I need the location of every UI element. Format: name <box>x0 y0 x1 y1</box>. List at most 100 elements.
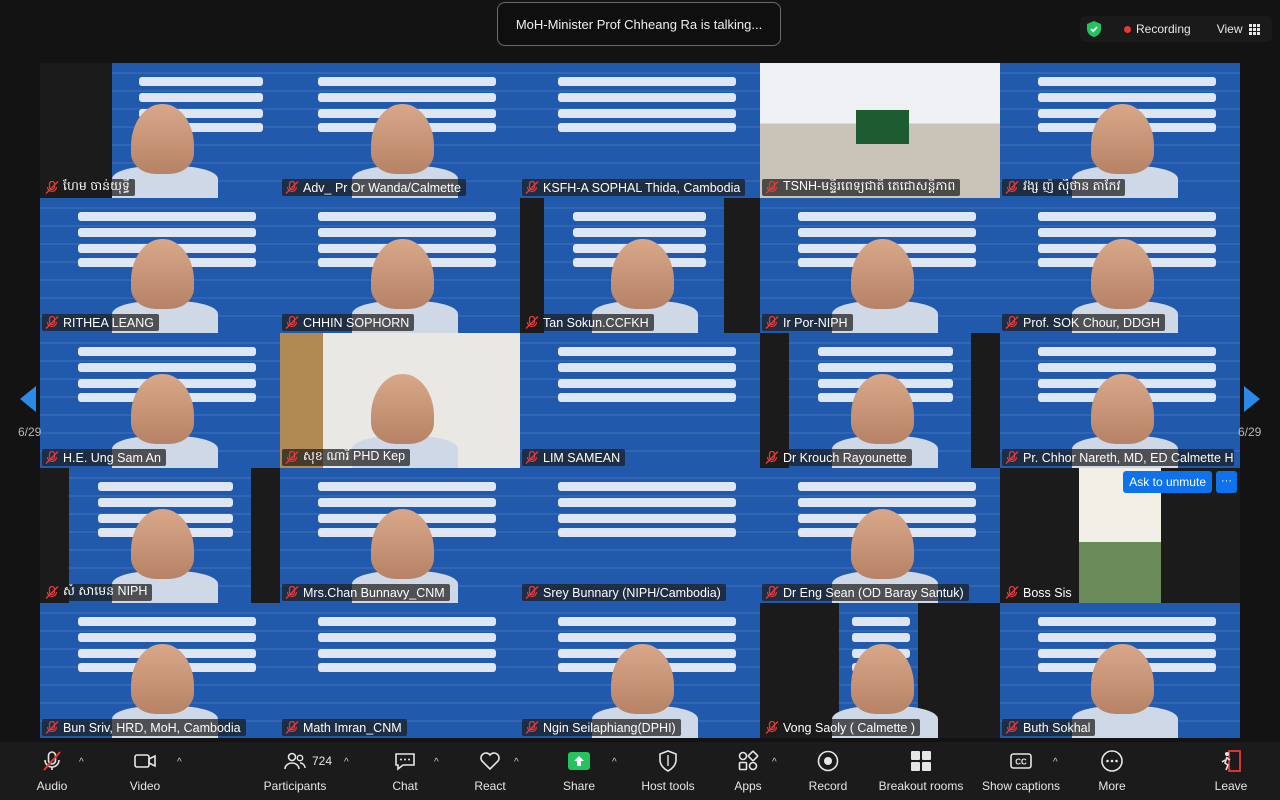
participant-tile[interactable]: Vong Saoly ( Calmette ) <box>760 603 1000 738</box>
participants-options-caret-icon[interactable]: ^ <box>344 757 349 768</box>
conference-room-video <box>760 63 1000 198</box>
participant-tile[interactable]: Boss Sis Ask to unmute ··· <box>1000 468 1240 603</box>
participant-name: Adv_ Pr Or Wanda/Calmette <box>303 180 461 195</box>
mic-muted-icon <box>1005 721 1019 734</box>
mic-muted-icon <box>285 451 299 464</box>
participant-tile[interactable]: RITHEA LEANG <box>40 198 280 333</box>
participant-tile[interactable]: វង្ស ញ៉ ស៊ីថាន តាកែវ <box>1000 63 1240 198</box>
svg-text:CC: CC <box>1015 758 1027 767</box>
mic-muted-icon <box>525 451 539 464</box>
participant-tile[interactable]: សំ សាមេន NIPH <box>40 468 280 603</box>
participant-tile[interactable]: KSFH-A SOPHAL Thida, Cambodia <box>520 63 760 198</box>
mic-muted-icon <box>765 181 779 194</box>
participant-name-bar: សំ សាមេន NIPH <box>42 584 153 601</box>
mic-muted-icon <box>1005 316 1019 329</box>
participant-name: Buth Sokhal <box>1023 720 1091 735</box>
participant-tile[interactable]: សុខ ណារី PHD Kep <box>280 333 520 468</box>
participants-count: 724 <box>312 754 333 768</box>
participant-tile[interactable]: Tan Sokun.CCFKH <box>520 198 760 333</box>
audio-label: Audio <box>36 779 68 793</box>
show-captions-button[interactable]: CC Show captions <box>978 742 1064 800</box>
participant-tile[interactable]: ហែម ចាន់យុទ្ធី <box>40 63 280 198</box>
participant-name: Boss Sis <box>1023 585 1072 600</box>
participant-tile[interactable]: TSNH-មន្ទីរពេទ្យជាតិ តេជោសន្តិភាព <box>760 63 1000 198</box>
video-options-caret-icon[interactable]: ^ <box>177 757 182 768</box>
more-button[interactable]: More <box>1092 742 1132 800</box>
participant-tile[interactable]: Pr. Chhor Nareth, MD, ED Calmette H... <box>1000 333 1240 468</box>
video-button[interactable]: Video <box>123 742 167 800</box>
shared-slide-background <box>520 468 760 603</box>
participant-tile[interactable]: Buth Sokhal <box>1000 603 1240 738</box>
participant-tile[interactable]: Srey Bunnary (NIPH/Cambodia) <box>520 468 760 603</box>
participant-tile[interactable]: Mrs.Chan Bunnavy_CNM <box>280 468 520 603</box>
participant-name: Dr Eng Sean (OD Baray Santuk) <box>783 585 964 600</box>
participants-button[interactable]: Participants <box>262 742 328 800</box>
chat-button[interactable]: Chat <box>385 742 425 800</box>
record-button[interactable]: Record <box>806 742 850 800</box>
participant-name: Pr. Chhor Nareth, MD, ED Calmette H... <box>1023 450 1234 465</box>
participant-name-bar: RITHEA LEANG <box>42 314 159 331</box>
breakout-rooms-label: Breakout rooms <box>878 779 964 793</box>
recording-label[interactable]: Recording <box>1136 22 1191 36</box>
share-options-caret-icon[interactable]: ^ <box>612 757 617 768</box>
share-label: Share <box>562 779 596 793</box>
participant-name: CHHIN SOPHORN <box>303 315 410 330</box>
leave-button[interactable]: Leave <box>1210 742 1252 800</box>
participant-tile[interactable]: CHHIN SOPHORN <box>280 198 520 333</box>
participant-tile[interactable]: Bun Sriv, HRD, MoH, Cambodia <box>40 603 280 738</box>
participant-name-bar: Dr Krouch Rayounette <box>762 449 912 466</box>
ask-to-unmute-button[interactable]: Ask to unmute <box>1123 471 1212 493</box>
participant-tile[interactable]: H.E. Ung Sam An <box>40 333 280 468</box>
participant-name: សុខ ណារី PHD Kep <box>303 449 406 463</box>
react-button[interactable]: React <box>470 742 510 800</box>
mic-muted-icon <box>525 316 539 329</box>
participant-name: Mrs.Chan Bunnavy_CNM <box>303 585 445 600</box>
apps-button[interactable]: Apps <box>728 742 768 800</box>
participant-name-bar: Dr Eng Sean (OD Baray Santuk) <box>762 584 969 601</box>
closed-captions-icon: CC <box>1010 753 1032 769</box>
tile-more-options-button[interactable]: ··· <box>1216 471 1237 493</box>
more-dots-icon <box>1101 750 1123 772</box>
mic-muted-icon <box>45 451 59 464</box>
next-page-arrow-icon[interactable] <box>1244 386 1260 412</box>
participant-name-bar: Ir Por-NIPH <box>762 314 853 331</box>
captions-options-caret-icon[interactable]: ^ <box>1053 757 1058 768</box>
participant-tile[interactable]: Ngin Seilaphiang(DPHI) <box>520 603 760 738</box>
share-button[interactable]: Share <box>558 742 600 800</box>
encryption-shield-icon[interactable] <box>1086 20 1102 38</box>
react-options-caret-icon[interactable]: ^ <box>514 757 519 768</box>
chat-label: Chat <box>392 779 418 793</box>
audio-options-caret-icon[interactable]: ^ <box>79 757 84 768</box>
participant-tile[interactable]: Dr Eng Sean (OD Baray Santuk) <box>760 468 1000 603</box>
participant-tile[interactable]: Dr Krouch Rayounette <box>760 333 1000 468</box>
participant-name-bar: LIM SAMEAN <box>522 449 626 466</box>
active-speaker-banner: MoH-Minister Prof Chheang Ra is talking.… <box>497 2 781 46</box>
previous-page-arrow-icon[interactable] <box>20 386 36 412</box>
apps-options-caret-icon[interactable]: ^ <box>772 757 777 768</box>
participant-name: TSNH-មន្ទីរពេទ្យជាតិ តេជោសន្តិភាព <box>783 179 956 193</box>
participant-tile[interactable]: Ir Por-NIPH <box>760 198 1000 333</box>
participant-name: RITHEA LEANG <box>63 315 154 330</box>
page-indicator-left: 6/29 <box>18 425 42 439</box>
chat-options-caret-icon[interactable]: ^ <box>434 757 439 768</box>
participant-name-bar: Srey Bunnary (NIPH/Cambodia) <box>522 584 726 601</box>
heart-react-icon <box>480 752 500 771</box>
participant-tile[interactable]: LIM SAMEAN <box>520 333 760 468</box>
view-button[interactable]: View <box>1217 22 1260 36</box>
participant-tile[interactable]: Prof. SOK Chour, DDGH <box>1000 198 1240 333</box>
participant-name-bar: ហែម ចាន់យុទ្ធី <box>42 179 135 196</box>
host-tools-button[interactable]: Host tools <box>636 742 700 800</box>
breakout-rooms-button[interactable]: Breakout rooms <box>874 742 968 800</box>
participant-tile[interactable]: Math Imran_CNM <box>280 603 520 738</box>
tile-actions: Ask to unmute ··· <box>1123 471 1237 493</box>
mic-muted-icon <box>285 316 299 329</box>
mic-muted-icon <box>43 751 61 771</box>
audio-button[interactable]: Audio <box>30 742 74 800</box>
mic-muted-icon <box>765 721 779 734</box>
participant-name: Prof. SOK Chour, DDGH <box>1023 315 1160 330</box>
video-camera-icon <box>134 754 156 768</box>
leave-door-icon <box>1221 750 1241 772</box>
participant-tile[interactable]: Adv_ Pr Or Wanda/Calmette <box>280 63 520 198</box>
page-indicator-right: 6/29 <box>1238 425 1262 439</box>
participant-name: Vong Saoly ( Calmette ) <box>783 720 916 735</box>
